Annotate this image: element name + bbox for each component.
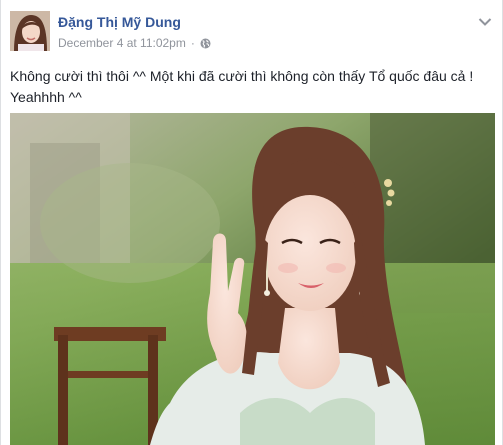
globe-icon[interactable] [200, 38, 211, 49]
author-name[interactable]: Đặng Thị Mỹ Dung [58, 14, 181, 30]
post-photo[interactable] [10, 113, 495, 445]
avatar-photo [10, 11, 50, 51]
photo-image [10, 113, 495, 445]
post-timestamp[interactable]: December 4 at 11:02pm [58, 36, 186, 50]
post-header: Đặng Thị Mỹ Dung December 4 at 11:02pm · [1, 0, 502, 58]
post-meta: December 4 at 11:02pm · [58, 36, 211, 50]
author-avatar[interactable] [10, 11, 50, 51]
post-text: Không cười thì thôi ^^ Một khi đã cười t… [10, 68, 474, 105]
meta-separator: · [190, 36, 195, 50]
facebook-post: Đặng Thị Mỹ Dung December 4 at 11:02pm ·… [0, 0, 503, 445]
chevron-down-icon[interactable] [478, 14, 492, 26]
